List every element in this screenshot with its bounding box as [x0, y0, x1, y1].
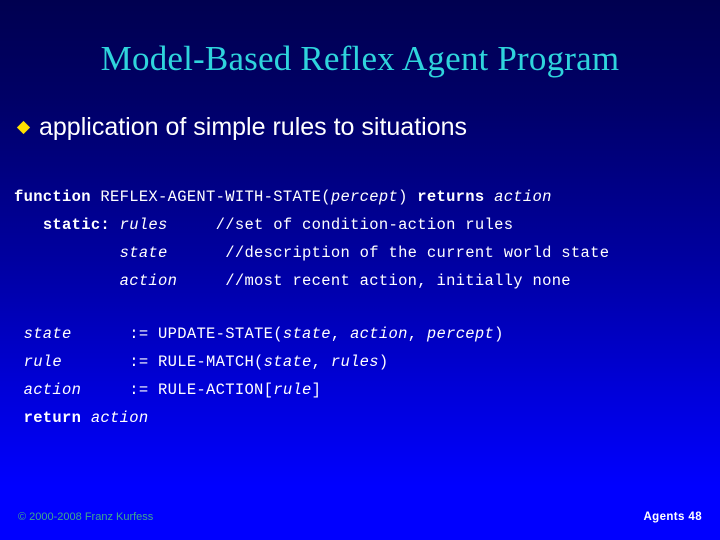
code-token: action: [350, 325, 408, 343]
code-token: action: [494, 188, 552, 206]
pseudocode-block-body: state := UPDATE-STATE(state, action, per…: [14, 320, 504, 432]
code-token: //description of the current world state: [167, 244, 610, 262]
code-line: action := RULE-ACTION[rule]: [14, 376, 504, 404]
code-token: static:: [42, 216, 120, 234]
code-line: state := UPDATE-STATE(state, action, per…: [14, 320, 504, 348]
code-token: action: [90, 409, 149, 427]
code-token: action: [119, 272, 178, 290]
code-token: //set of condition-action rules: [167, 216, 514, 234]
code-line: static: rules //set of condition-action …: [14, 211, 609, 239]
bullet-item-label: application of simple rules to situation…: [39, 113, 468, 141]
code-token: := RULE-ACTION[: [81, 381, 274, 399]
code-token: ): [398, 188, 418, 206]
code-line: state //description of the current world…: [14, 239, 609, 267]
code-token: rules: [330, 353, 379, 371]
code-token: ): [494, 325, 504, 343]
code-token: rule: [23, 353, 63, 371]
code-token: ]: [311, 381, 322, 399]
pseudocode-block-declarations: function REFLEX-AGENT-WITH-STATE(percept…: [14, 183, 609, 295]
code-token: rule: [273, 381, 312, 399]
code-token: state: [282, 325, 331, 343]
code-line: return action: [14, 404, 504, 432]
slide-canvas: Model-Based Reflex Agent Program applica…: [0, 0, 720, 540]
code-token: rules: [119, 216, 168, 234]
diamond-bullet-icon: [16, 120, 31, 134]
code-line: action //most recent action, initially n…: [14, 267, 609, 295]
footer-slide-number: Agents 48: [643, 511, 702, 523]
code-token: ): [378, 353, 389, 371]
code-token: ,: [330, 325, 351, 343]
code-token: REFLEX-AGENT-WITH-STATE(: [100, 188, 331, 206]
bullet-item: application of simple rules to situation…: [16, 113, 468, 141]
code-token: := RULE-MATCH(: [62, 353, 264, 371]
code-token: return: [23, 409, 91, 427]
code-token: //most recent action, initially none: [177, 272, 571, 290]
code-token: percept: [330, 188, 399, 206]
code-token: percept: [426, 325, 495, 343]
code-line: rule := RULE-MATCH(state, rules): [14, 348, 504, 376]
footer-copyright: © 2000-2008 Franz Kurfess: [18, 511, 154, 523]
code-token: := UPDATE-STATE(: [71, 325, 283, 343]
page-title: Model-Based Reflex Agent Program: [100, 39, 620, 78]
code-token: action: [23, 381, 82, 399]
code-token: function: [14, 188, 101, 206]
code-token: returns: [417, 188, 495, 206]
code-line: function REFLEX-AGENT-WITH-STATE(percept…: [14, 183, 609, 211]
code-token: state: [263, 353, 312, 371]
code-token: ,: [407, 325, 427, 343]
code-token: ,: [311, 353, 331, 371]
code-token: state: [23, 325, 72, 343]
code-token: state: [119, 244, 168, 262]
